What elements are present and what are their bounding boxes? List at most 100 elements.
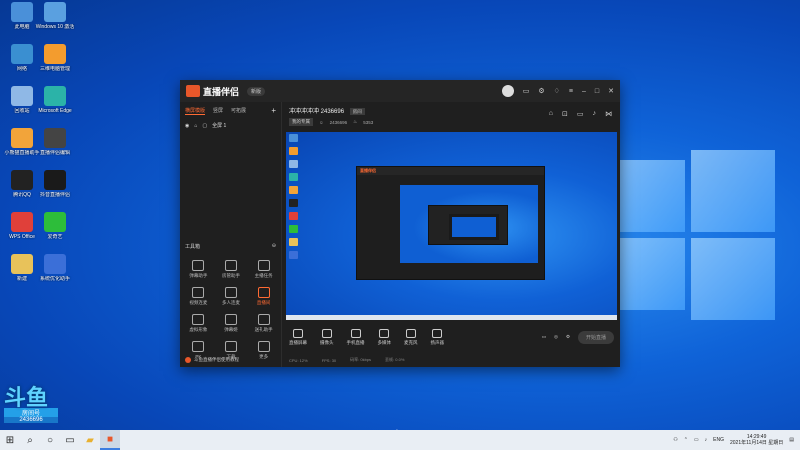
cortana-icon[interactable]: ○	[40, 430, 60, 450]
source-control[interactable]: 扬声器	[431, 328, 444, 346]
source-control[interactable]: 麦克风	[404, 328, 418, 346]
source-control[interactable]: 直播屏幕	[289, 328, 307, 346]
minimize-icon[interactable]: –	[582, 88, 586, 95]
maximize-icon[interactable]: □	[595, 88, 599, 95]
desktop-icon[interactable]: Windows 10 激活	[35, 2, 75, 30]
desktop-icon[interactable]: 直播伴侣编辑	[35, 128, 75, 156]
task-view-icon[interactable]: ▭	[60, 430, 80, 450]
fire-icon: ♨	[353, 119, 358, 124]
desktop-icon[interactable]: 三维电脑管理	[35, 44, 75, 72]
message-icon[interactable]: ▭	[523, 87, 530, 95]
add-scene-button[interactable]: +	[271, 106, 276, 115]
toolbox-item-label: 多人连麦	[221, 300, 240, 305]
toolbox-item-label: 主播任务	[254, 273, 273, 278]
room-category[interactable]: 我的专属	[289, 118, 313, 126]
source-control[interactable]: 多媒体	[378, 328, 391, 346]
desktop-icon-label: 抖音直播伴侣	[39, 192, 70, 198]
douyu-promo-badge[interactable]: 斗鱼 房间号 2436696	[4, 380, 58, 428]
live-companion-window: 直播伴侣 新版 ▭ ⚙ ♢ ≡ – □ ✕ 横屏模版 竖屏 可拓展 + ◉ ⌂ …	[180, 80, 620, 367]
scene-name: 全屏 1	[212, 123, 227, 129]
tab-portrait[interactable]: 竖屏	[213, 107, 223, 114]
source-controls: 直播屏幕 摄像头 手机直播 多媒体 麦克风 扬声器 ▭ ◎ ⚙ 开始直播	[283, 322, 620, 352]
lock-icon[interactable]: ⊡	[562, 110, 568, 118]
toolbox-item[interactable]: 主播任务	[247, 260, 280, 279]
menu-icon[interactable]: ≡	[569, 88, 573, 95]
room-name: 冲冲冲冲冲 2436696	[289, 109, 345, 115]
start-live-button[interactable]: 开始直播	[577, 330, 614, 344]
chat-icon[interactable]: ▭	[577, 110, 584, 118]
network-icon[interactable]: ▭	[694, 437, 699, 443]
tool-icon	[224, 314, 237, 325]
volume-icon[interactable]: ♪	[705, 437, 708, 443]
toolbox-item-label: 房管助手	[221, 273, 240, 278]
close-icon[interactable]: ✕	[608, 87, 614, 95]
source-control[interactable]: 摄像头	[320, 328, 334, 346]
toolbox-grid: 弹幕助手 房管助手 主播任务 视频连麦 多人连麦 直播间 虚拟形象 弹幕姬 送礼助手 PK 下载 更多	[182, 260, 280, 360]
toolbox-more-icon[interactable]: ⊖	[272, 243, 276, 250]
toolbox-item[interactable]: 房管助手	[215, 260, 248, 279]
source-control[interactable]: 手机直播	[347, 328, 365, 346]
share-icon[interactable]: ⋈	[605, 110, 612, 118]
notice-icon	[185, 357, 191, 363]
room-badge[interactable]: 房间	[349, 108, 365, 115]
ime-indicator[interactable]: ENG	[713, 437, 724, 443]
toolbox-item[interactable]: 直播间	[247, 287, 280, 306]
toolbox-item[interactable]: 多人连麦	[215, 287, 248, 306]
start-button[interactable]: ⊞	[0, 430, 20, 450]
gift-icon[interactable]: ⌂	[549, 110, 553, 118]
status-bitrate: 码率: 0kbps	[350, 357, 372, 362]
notification-icon[interactable]: ▤	[789, 437, 794, 443]
toolbox-item[interactable]: 更多	[247, 341, 280, 360]
eye-icon[interactable]: ◉	[185, 123, 189, 129]
record-icon[interactable]: ◎	[554, 334, 558, 340]
avatar[interactable]	[501, 85, 514, 97]
lock-icon[interactable]: ⌂	[194, 123, 197, 129]
shirt-icon[interactable]: ♢	[554, 87, 560, 95]
bell-icon[interactable]: ♪	[593, 110, 597, 118]
toolbox-item[interactable]: 视频连麦	[182, 287, 215, 306]
app-icon	[44, 212, 66, 232]
file-explorer-icon[interactable]: ▰	[80, 430, 100, 450]
desktop-icon[interactable]: 抖音直播伴侣	[35, 170, 75, 198]
nested-logo: 直播伴侣	[357, 167, 544, 175]
version-badge[interactable]: 新版	[247, 86, 266, 96]
clock[interactable]: 14:29:49 2021年11月14日 星期日	[730, 434, 783, 446]
live-companion-taskbar-icon[interactable]: ■	[100, 430, 120, 450]
app-icon	[11, 2, 33, 22]
live-preview[interactable]: 直播伴侣	[286, 132, 617, 320]
desktop-icon-label: 直播伴侣编辑	[39, 150, 70, 156]
toolbox-item[interactable]: 送礼助手	[247, 314, 280, 333]
desktop-icon[interactable]: Microsoft Edge	[35, 86, 75, 114]
toolbox-item[interactable]: 弹幕姬	[215, 314, 248, 333]
desktop-icon[interactable]: 系统优化助手	[35, 254, 75, 282]
tutorial-notice[interactable]: 斗鱼直播伴侣使用教程	[185, 357, 239, 363]
toolbox-item[interactable]: 弹幕助手	[182, 260, 215, 279]
scene-item[interactable]: ◉ ⌂ ▢ 全屏 1	[180, 119, 281, 132]
tool-icon	[224, 341, 237, 352]
nested-app-preview: 直播伴侣	[356, 166, 545, 280]
camera-toggle-icon[interactable]: ▭	[542, 334, 546, 340]
toolbox-item-label: 送礼助手	[254, 327, 273, 332]
search-icon[interactable]: ⌕	[20, 430, 40, 450]
toolbox-header: 工具箱 ⊖	[185, 243, 276, 250]
tab-extend[interactable]: 可拓展	[231, 107, 246, 114]
source-control-icon	[350, 328, 361, 338]
toolbox-item-label: 直播间	[256, 300, 271, 305]
desktop-icon-label: Microsoft Edge	[38, 108, 72, 114]
settings-gear-icon[interactable]: ⚙	[566, 334, 570, 340]
tool-icon	[257, 260, 270, 271]
tool-icon	[192, 341, 205, 352]
desktop-icons: 此电脑 Windows 10 激活 网络 三维电脑管理 回收站 Microsoft Edg…	[2, 2, 92, 402]
desktop-icon[interactable]: 爱奇艺	[35, 212, 75, 240]
toolbox-item[interactable]: 虚拟形象	[182, 314, 215, 333]
display-icon: ▢	[202, 122, 208, 129]
tool-icon	[192, 260, 205, 271]
tool-icon	[224, 287, 237, 298]
room-followers: 2436696	[329, 119, 348, 125]
tray-up-icon[interactable]: ⌃	[684, 437, 688, 443]
person-icon[interactable]: ⚇	[673, 437, 677, 443]
settings-icon[interactable]: ⚙	[538, 87, 544, 95]
toolbox-title: 工具箱	[185, 244, 201, 250]
app-titlebar: 直播伴侣 新版 ▭ ⚙ ♢ ≡ – □ ✕	[180, 80, 620, 102]
tab-landscape[interactable]: 横屏模版	[185, 107, 206, 115]
